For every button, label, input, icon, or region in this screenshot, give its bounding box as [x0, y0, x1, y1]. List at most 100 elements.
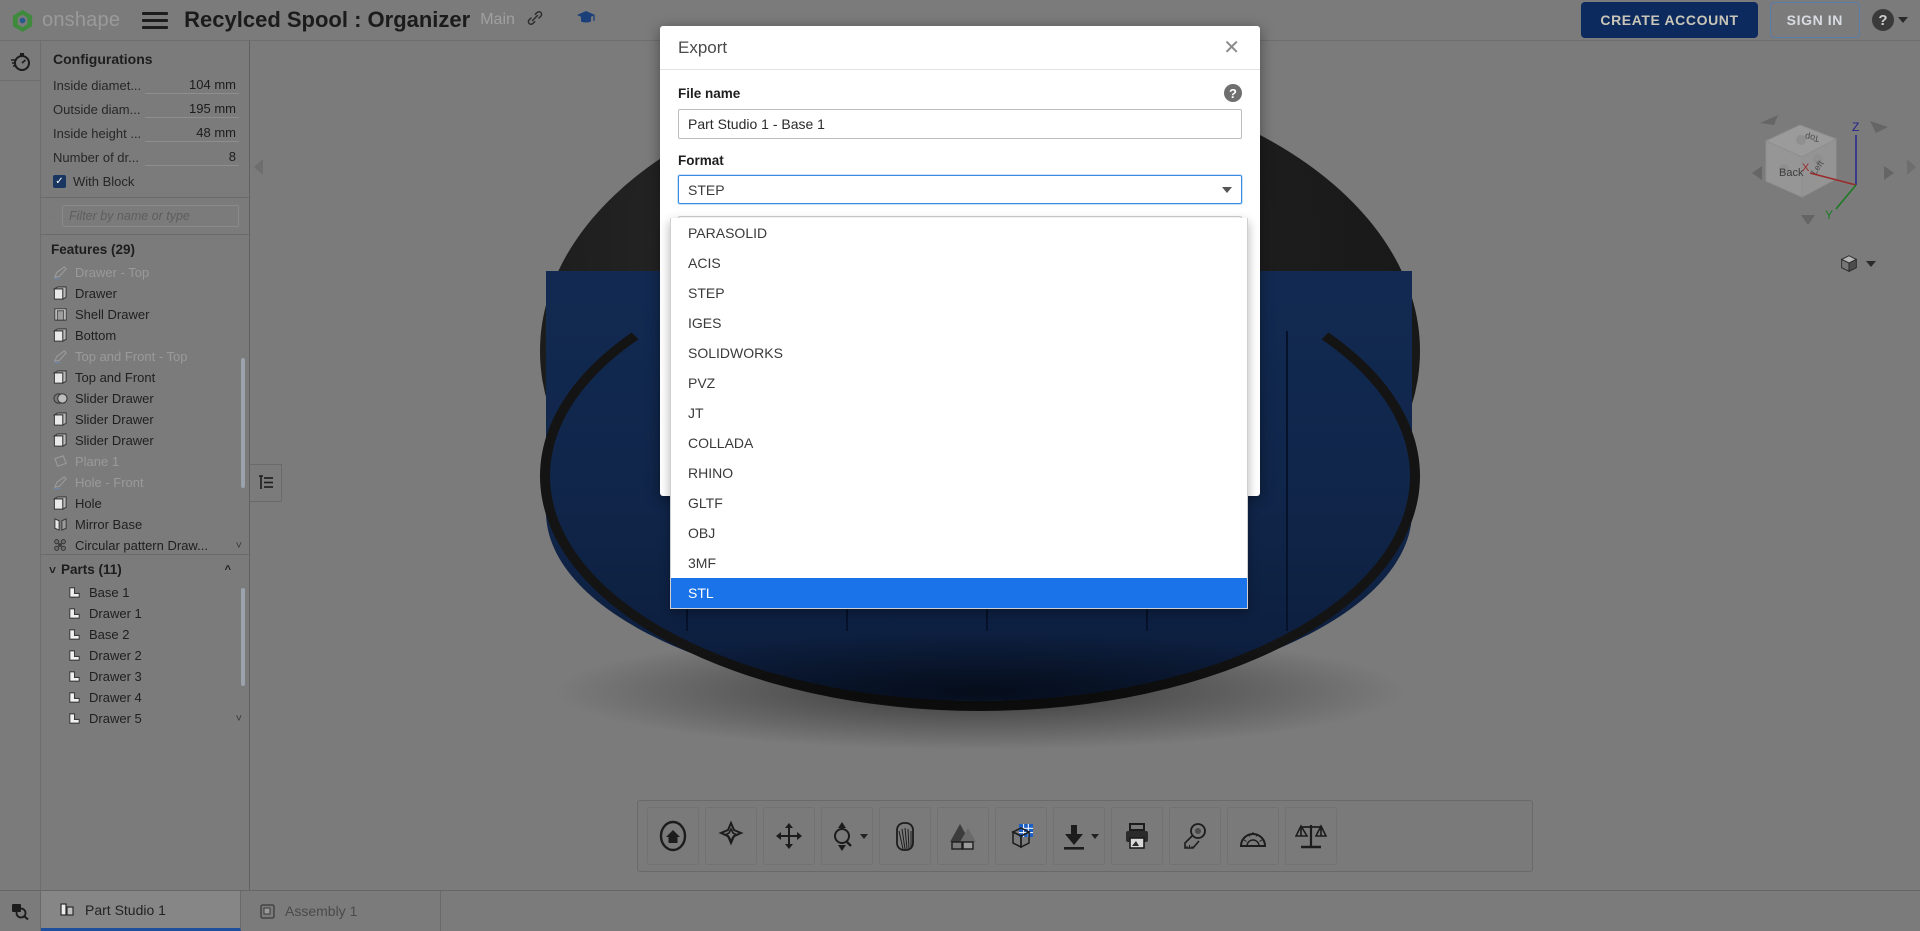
feature-row[interactable]: Drawer — [41, 283, 249, 304]
feature-row[interactable]: Slider Drawer — [41, 388, 249, 409]
feature-row[interactable]: Top and Front - Top — [41, 346, 249, 367]
format-option[interactable]: IGES — [671, 308, 1247, 338]
parts-more-icon[interactable]: ˅ — [236, 713, 242, 725]
format-option[interactable]: SOLIDWORKS — [671, 338, 1247, 368]
tab-assembly-1[interactable]: Assembly 1 — [241, 891, 441, 931]
onshape-logo-icon[interactable] — [10, 8, 35, 33]
close-icon[interactable]: ✕ — [1217, 36, 1246, 60]
display-mode-button[interactable] — [995, 807, 1047, 865]
feature-row[interactable]: Mirror Base — [41, 514, 249, 535]
format-option[interactable]: JT — [671, 398, 1247, 428]
feature-row[interactable]: Top and Front — [41, 367, 249, 388]
with-block-checkbox[interactable]: ✓ — [53, 175, 66, 188]
graduation-cap-icon[interactable] — [576, 8, 596, 32]
hamburger-menu-icon[interactable] — [142, 9, 169, 31]
format-option[interactable]: PARASOLID — [671, 218, 1247, 248]
section-view-button[interactable] — [879, 807, 931, 865]
tab-search-button[interactable] — [0, 891, 41, 931]
format-dropdown-list[interactable]: PARASOLID ACIS STEP IGES SOLIDWORKS PVZ … — [670, 218, 1248, 609]
help-icon[interactable]: ? — [1872, 9, 1894, 31]
part-row[interactable]: Drawer 4 — [41, 687, 249, 708]
measure-tape-button[interactable] — [1169, 807, 1221, 865]
parts-collapse-icon[interactable]: ˅ — [49, 563, 56, 577]
home-view-button[interactable] — [647, 807, 699, 865]
render-button[interactable] — [937, 807, 989, 865]
parts-scrollbar[interactable] — [241, 588, 245, 686]
parts-header[interactable]: ˅ Parts (11) ^ — [41, 554, 249, 582]
help-caret-icon[interactable] — [1898, 17, 1908, 23]
print-button[interactable] — [1111, 807, 1163, 865]
format-option[interactable]: RHINO — [671, 458, 1247, 488]
collapse-right-arrow-icon[interactable] — [1907, 159, 1916, 175]
config-row[interactable]: Inside diamet... 104 mm — [41, 73, 249, 97]
config-value[interactable]: 8 — [145, 149, 239, 166]
format-option[interactable]: 3MF — [671, 548, 1247, 578]
format-option[interactable]: GLTF — [671, 488, 1247, 518]
format-select[interactable]: STEP — [678, 175, 1242, 204]
with-block-checkbox-row[interactable]: ✓ With Block — [41, 169, 249, 197]
part-row[interactable]: Base 1 — [41, 582, 249, 603]
features-header[interactable]: Features (29) — [41, 235, 249, 262]
feature-list-tab[interactable] — [250, 464, 282, 502]
version-history-button[interactable] — [0, 41, 41, 81]
brand[interactable]: onshape — [10, 8, 120, 33]
feature-row[interactable]: Slider Drawer — [41, 409, 249, 430]
config-value[interactable]: 104 mm — [145, 77, 239, 94]
format-option[interactable]: PVZ — [671, 368, 1247, 398]
mass-properties-button[interactable] — [1285, 807, 1337, 865]
feature-row[interactable]: Hole — [41, 493, 249, 514]
feature-row[interactable]: Plane 1 — [41, 451, 249, 472]
feature-row[interactable]: Slider Drawer — [41, 430, 249, 451]
funnel-icon[interactable] — [53, 208, 54, 225]
view-cube[interactable]: Back Top Left Z X Y — [1748, 113, 1898, 273]
config-value[interactable]: 195 mm — [145, 101, 239, 118]
features-tree[interactable]: ^ Drawer - Top Drawer — [41, 262, 249, 554]
feature-row[interactable]: Drawer - Top — [41, 262, 249, 283]
part-icon — [69, 692, 80, 703]
view-cube-icon[interactable] — [1838, 253, 1860, 275]
part-row[interactable]: Base 2 — [41, 624, 249, 645]
part-row[interactable]: Drawer 3 — [41, 666, 249, 687]
feature-expand-icon[interactable]: ˅ — [236, 540, 242, 552]
sign-in-button[interactable]: SIGN IN — [1769, 2, 1860, 38]
filter-input[interactable] — [62, 205, 239, 227]
file-name-input[interactable] — [678, 109, 1242, 139]
display-style-caret-icon[interactable] — [1866, 261, 1876, 267]
format-option-selected[interactable]: STL — [671, 578, 1247, 608]
display-style-menu[interactable] — [1838, 253, 1876, 275]
config-value[interactable]: 48 mm — [145, 125, 239, 142]
feature-row[interactable]: Shell Drawer — [41, 304, 249, 325]
collapse-left-arrow-icon[interactable] — [254, 159, 263, 175]
view-toolbar[interactable] — [637, 800, 1533, 872]
format-option[interactable]: OBJ — [671, 518, 1247, 548]
parts-tree[interactable]: Base 1 Drawer 1 Base 2 Drawer 2 Drawer 3… — [41, 582, 249, 890]
view-cube-graphic[interactable]: Back Top Left Z X Y — [1748, 113, 1898, 233]
help-icon[interactable]: ? — [1224, 84, 1242, 102]
pan-button[interactable] — [763, 807, 815, 865]
protractor-button[interactable] — [1227, 807, 1279, 865]
link-icon[interactable] — [526, 9, 544, 32]
format-option[interactable]: COLLADA — [671, 428, 1247, 458]
feature-row[interactable]: Circular pattern Draw... ˅ — [41, 535, 249, 554]
zoom-button[interactable] — [821, 807, 873, 865]
part-row[interactable]: Drawer 1 — [41, 603, 249, 624]
config-row[interactable]: Number of dr... 8 — [41, 145, 249, 169]
part-row[interactable]: Drawer 2 — [41, 645, 249, 666]
tab-part-studio-1[interactable]: Part Studio 1 — [41, 891, 241, 931]
part-row[interactable]: Drawer 5 ˅ — [41, 708, 249, 729]
export-button[interactable] — [1053, 807, 1105, 865]
view-orientation-button[interactable] — [705, 807, 757, 865]
chevron-down-icon[interactable] — [1222, 186, 1232, 193]
format-option[interactable]: ACIS — [671, 248, 1247, 278]
export-caret-icon[interactable] — [1090, 833, 1099, 839]
feature-row[interactable]: Hole - Front — [41, 472, 249, 493]
help-menu[interactable]: ? — [1872, 9, 1908, 31]
config-row[interactable]: Inside height ... 48 mm — [41, 121, 249, 145]
config-row[interactable]: Outside diam... 195 mm — [41, 97, 249, 121]
create-account-button[interactable]: CREATE ACCOUNT — [1581, 2, 1758, 38]
format-option[interactable]: STEP — [671, 278, 1247, 308]
feature-row[interactable]: Bottom — [41, 325, 249, 346]
features-scrollbar[interactable] — [241, 358, 245, 488]
zoom-caret-icon[interactable] — [859, 833, 868, 839]
parts-scroll-up-icon[interactable]: ^ — [225, 564, 231, 576]
